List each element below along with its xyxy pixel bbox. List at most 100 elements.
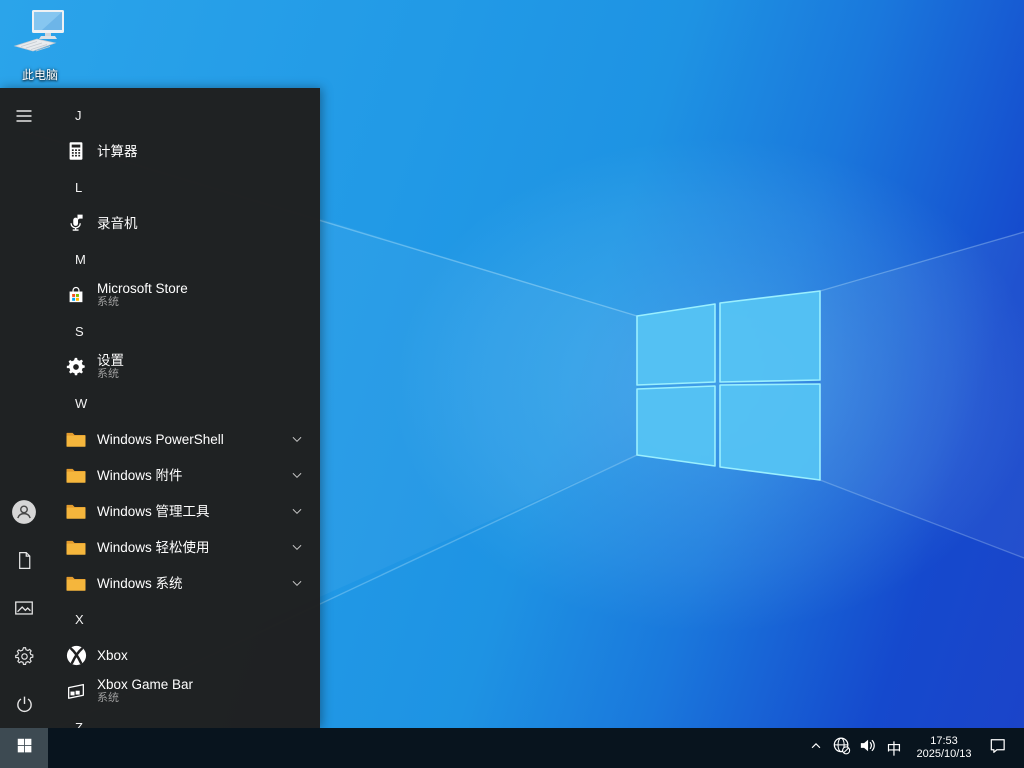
start-menu-rail bbox=[0, 88, 48, 728]
folder-icon bbox=[64, 535, 88, 559]
section-header-W[interactable]: W bbox=[48, 385, 320, 421]
notifications-icon bbox=[988, 736, 1007, 760]
section-header-M[interactable]: M bbox=[48, 241, 320, 277]
app-item-text: 计算器 bbox=[97, 144, 138, 159]
app-item-text: 设置 系统 bbox=[97, 353, 124, 381]
app-item-subtitle: 系统 bbox=[97, 368, 119, 380]
app-item-microsoft-store[interactable]: Microsoft Store 系统 bbox=[48, 277, 320, 313]
app-item-windows-管理工具[interactable]: Windows 管理工具 bbox=[48, 493, 320, 529]
section-letter: Z bbox=[75, 719, 83, 729]
desktop-icon-label: 此电脑 bbox=[21, 68, 58, 82]
section-letter: W bbox=[75, 395, 88, 411]
app-item-subtitle: 系统 bbox=[97, 692, 119, 704]
app-item-text: Xbox bbox=[97, 648, 128, 663]
folder-icon bbox=[64, 463, 88, 487]
app-item-windows-系统[interactable]: Windows 系统 bbox=[48, 565, 320, 601]
document-button[interactable] bbox=[0, 536, 48, 584]
settings-gear-icon bbox=[14, 646, 35, 667]
app-item-text: Windows 附件 bbox=[97, 468, 183, 483]
section-header-S[interactable]: S bbox=[48, 313, 320, 349]
section-header-X[interactable]: X bbox=[48, 601, 320, 637]
pictures-icon bbox=[13, 597, 35, 619]
volume-button[interactable] bbox=[854, 728, 880, 768]
xbox-icon bbox=[64, 643, 88, 667]
power-button[interactable] bbox=[0, 680, 48, 728]
network-globe-icon bbox=[832, 736, 851, 760]
section-letter: X bbox=[75, 611, 84, 627]
this-pc-icon bbox=[9, 10, 71, 64]
app-item-title: 计算器 bbox=[97, 143, 138, 159]
app-item-title: Windows 轻松使用 bbox=[97, 539, 210, 555]
app-item-录音机[interactable]: 录音机 bbox=[48, 205, 320, 241]
voice-recorder-icon bbox=[64, 211, 88, 235]
app-item-subtitle: 系统 bbox=[97, 296, 119, 308]
app-item-windows-powershell[interactable]: Windows PowerShell bbox=[48, 421, 320, 457]
xbox-game-bar-icon bbox=[64, 679, 88, 703]
action-center-button[interactable] bbox=[980, 728, 1014, 768]
section-letter: S bbox=[75, 323, 84, 339]
ime-label: 中 bbox=[886, 740, 902, 758]
system-tray: 中 17:53 2025/10/13 bbox=[804, 728, 1024, 768]
app-item-title: Xbox bbox=[97, 647, 128, 663]
start-menu-app-list: J 计算器 L 录音机 M Microsoft Store 系统 S 设置 系统 W Windows … bbox=[48, 88, 320, 728]
app-item-text: Windows 轻松使用 bbox=[97, 540, 210, 555]
power-icon bbox=[14, 694, 35, 715]
app-item-title: Xbox Game Bar bbox=[97, 677, 194, 692]
tray-overflow-button[interactable] bbox=[804, 728, 828, 768]
desktop-icon-this-pc[interactable]: 此电脑 bbox=[6, 8, 74, 83]
app-item-text: Windows 系统 bbox=[97, 576, 183, 591]
app-item-windows-附件[interactable]: Windows 附件 bbox=[48, 457, 320, 493]
user-avatar-icon bbox=[11, 499, 37, 525]
app-item-title: Windows PowerShell bbox=[97, 431, 224, 447]
folder-icon bbox=[64, 499, 88, 523]
settings-gear-button[interactable] bbox=[0, 632, 48, 680]
folder-icon bbox=[64, 571, 88, 595]
clock-time: 17:53 bbox=[930, 735, 958, 747]
folder-icon bbox=[64, 427, 88, 451]
volume-icon bbox=[858, 736, 877, 760]
section-letter: M bbox=[75, 251, 86, 267]
section-header-J[interactable]: J bbox=[48, 97, 320, 133]
app-item-text: 录音机 bbox=[97, 216, 138, 231]
clock-button[interactable]: 17:53 2025/10/13 bbox=[908, 728, 980, 768]
start-menu: J 计算器 L 录音机 M Microsoft Store 系统 S 设置 系统 W Windows … bbox=[0, 88, 320, 728]
chevron-down-icon bbox=[290, 468, 304, 482]
app-item-title: Microsoft Store bbox=[97, 281, 188, 296]
app-item-xbox-game-bar[interactable]: Xbox Game Bar 系统 bbox=[48, 673, 320, 709]
app-item-设置[interactable]: 设置 系统 bbox=[48, 349, 320, 385]
chevron-up-icon bbox=[809, 739, 823, 758]
chevron-down-icon bbox=[290, 540, 304, 554]
app-item-text: Windows 管理工具 bbox=[97, 504, 210, 519]
app-item-text: Microsoft Store 系统 bbox=[97, 281, 188, 309]
app-item-windows-轻松使用[interactable]: Windows 轻松使用 bbox=[48, 529, 320, 565]
app-item-title: Windows 管理工具 bbox=[97, 503, 210, 519]
app-item-title: 录音机 bbox=[97, 215, 138, 231]
app-item-title: Windows 附件 bbox=[97, 467, 183, 483]
chevron-down-icon bbox=[290, 504, 304, 518]
section-header-Z[interactable]: Z bbox=[48, 709, 320, 729]
chevron-down-icon bbox=[290, 432, 304, 446]
windows-logo-icon bbox=[16, 737, 33, 759]
microsoft-store-icon bbox=[64, 283, 88, 307]
section-header-L[interactable]: L bbox=[48, 169, 320, 205]
app-item-text: Windows PowerShell bbox=[97, 432, 224, 447]
hamburger-icon bbox=[14, 106, 34, 126]
app-item-text: Xbox Game Bar 系统 bbox=[97, 677, 193, 705]
start-button[interactable] bbox=[0, 728, 48, 768]
document-icon bbox=[14, 550, 35, 571]
calculator-icon bbox=[64, 139, 88, 163]
network-status-button[interactable] bbox=[828, 728, 854, 768]
pictures-button[interactable] bbox=[0, 584, 48, 632]
app-item-计算器[interactable]: 计算器 bbox=[48, 133, 320, 169]
chevron-down-icon bbox=[290, 576, 304, 590]
user-avatar-button[interactable] bbox=[0, 488, 48, 536]
settings-app-icon bbox=[64, 355, 88, 379]
app-item-title: Windows 系统 bbox=[97, 575, 183, 591]
app-item-xbox[interactable]: Xbox bbox=[48, 637, 320, 673]
taskbar: 中 17:53 2025/10/13 bbox=[0, 728, 1024, 768]
clock-date: 2025/10/13 bbox=[916, 748, 972, 760]
section-letter: J bbox=[75, 107, 82, 123]
ime-indicator-button[interactable]: 中 bbox=[880, 728, 908, 768]
hamburger-button[interactable] bbox=[0, 92, 48, 140]
section-letter: L bbox=[75, 179, 83, 195]
